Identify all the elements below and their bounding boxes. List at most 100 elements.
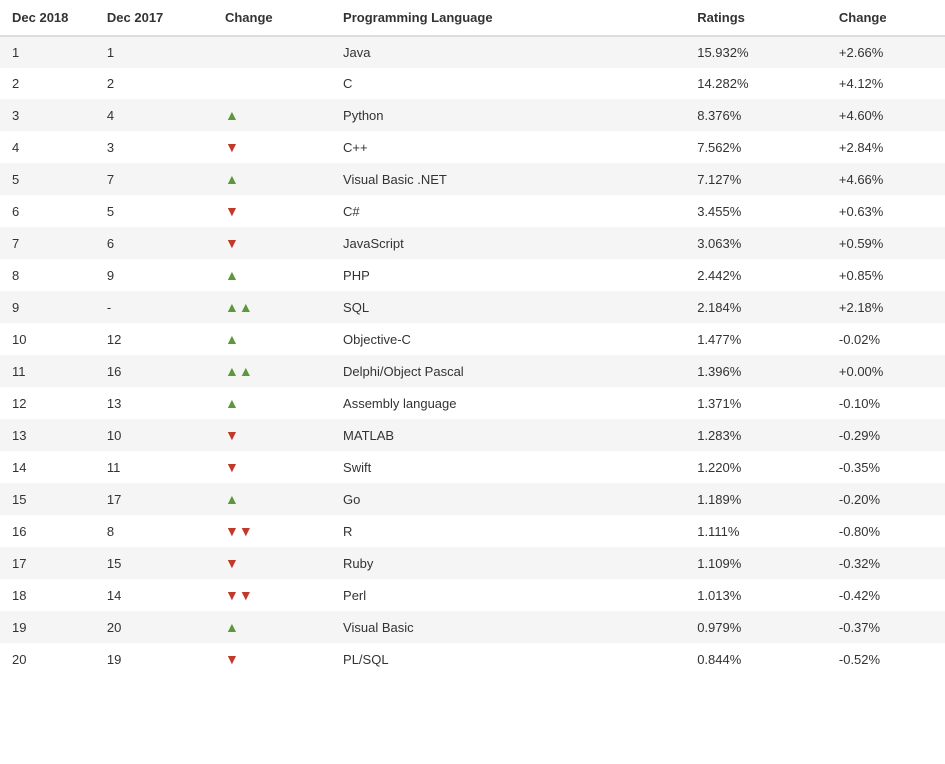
up-arrow-icon: ▲ [225, 107, 239, 123]
cell-language: Python [331, 99, 685, 131]
cell-dec2017: 2 [95, 68, 213, 99]
cell-arrow: ▲ [213, 387, 331, 419]
cell-dec2018: 15 [0, 483, 95, 515]
cell-dec2018: 19 [0, 611, 95, 643]
down-arrow-icon: ▼ [225, 427, 239, 443]
cell-dec2018: 7 [0, 227, 95, 259]
cell-dec2018: 3 [0, 99, 95, 131]
up-arrow-icon: ▲ [225, 171, 239, 187]
cell-dec2018: 14 [0, 451, 95, 483]
double-up-arrow-icon: ▲▲ [225, 299, 253, 315]
cell-ratings: 1.371% [685, 387, 827, 419]
cell-change: +4.60% [827, 99, 945, 131]
cell-language: Assembly language [331, 387, 685, 419]
table-row: 168▼▼R1.111%-0.80% [0, 515, 945, 547]
cell-arrow: ▼ [213, 451, 331, 483]
table-row: 1814▼▼Perl1.013%-0.42% [0, 579, 945, 611]
cell-change: +0.85% [827, 259, 945, 291]
cell-ratings: 1.283% [685, 419, 827, 451]
cell-language: C [331, 68, 685, 99]
double-up-arrow-icon: ▲▲ [225, 363, 253, 379]
cell-change: +0.63% [827, 195, 945, 227]
cell-dec2017: 1 [95, 36, 213, 68]
cell-arrow: ▲ [213, 611, 331, 643]
cell-dec2018: 13 [0, 419, 95, 451]
cell-dec2017: - [95, 291, 213, 323]
cell-language: JavaScript [331, 227, 685, 259]
table-row: 11Java15.932%+2.66% [0, 36, 945, 68]
cell-dec2017: 9 [95, 259, 213, 291]
table-row: 1012▲Objective-C1.477%-0.02% [0, 323, 945, 355]
cell-arrow [213, 68, 331, 99]
table-row: 9-▲▲SQL2.184%+2.18% [0, 291, 945, 323]
cell-change: +4.66% [827, 163, 945, 195]
cell-dec2017: 19 [95, 643, 213, 675]
cell-ratings: 14.282% [685, 68, 827, 99]
cell-dec2017: 16 [95, 355, 213, 387]
cell-dec2018: 12 [0, 387, 95, 419]
table-row: 76▼JavaScript3.063%+0.59% [0, 227, 945, 259]
table-row: 1116▲▲Delphi/Object Pascal1.396%+0.00% [0, 355, 945, 387]
table-row: 1517▲Go1.189%-0.20% [0, 483, 945, 515]
cell-arrow: ▲ [213, 163, 331, 195]
table-row: 1213▲Assembly language1.371%-0.10% [0, 387, 945, 419]
cell-change: +4.12% [827, 68, 945, 99]
cell-change: -0.80% [827, 515, 945, 547]
down-arrow-icon: ▼ [225, 555, 239, 571]
cell-arrow: ▼ [213, 419, 331, 451]
table-row: 65▼C#3.455%+0.63% [0, 195, 945, 227]
cell-language: PL/SQL [331, 643, 685, 675]
cell-language: Perl [331, 579, 685, 611]
cell-language: PHP [331, 259, 685, 291]
table-row: 1310▼MATLAB1.283%-0.29% [0, 419, 945, 451]
table-row: 34▲Python8.376%+4.60% [0, 99, 945, 131]
cell-arrow: ▼ [213, 547, 331, 579]
table-header-row: Dec 2018 Dec 2017 Change Programming Lan… [0, 0, 945, 36]
double-down-arrow-icon: ▼▼ [225, 587, 253, 603]
cell-dec2018: 1 [0, 36, 95, 68]
cell-change: -0.35% [827, 451, 945, 483]
cell-language: Java [331, 36, 685, 68]
header-ratings: Ratings [685, 0, 827, 36]
cell-dec2017: 15 [95, 547, 213, 579]
cell-arrow: ▲ [213, 259, 331, 291]
down-arrow-icon: ▼ [225, 139, 239, 155]
cell-change: -0.32% [827, 547, 945, 579]
cell-ratings: 1.109% [685, 547, 827, 579]
cell-ratings: 15.932% [685, 36, 827, 68]
cell-language: Objective-C [331, 323, 685, 355]
cell-arrow: ▼ [213, 643, 331, 675]
cell-arrow: ▼▼ [213, 515, 331, 547]
cell-dec2017: 8 [95, 515, 213, 547]
cell-change: -0.10% [827, 387, 945, 419]
up-arrow-icon: ▲ [225, 491, 239, 507]
cell-ratings: 7.127% [685, 163, 827, 195]
cell-dec2018: 20 [0, 643, 95, 675]
cell-ratings: 0.844% [685, 643, 827, 675]
cell-dec2018: 10 [0, 323, 95, 355]
cell-ratings: 1.396% [685, 355, 827, 387]
cell-dec2017: 5 [95, 195, 213, 227]
cell-arrow: ▲▲ [213, 355, 331, 387]
table-row: 1920▲Visual Basic0.979%-0.37% [0, 611, 945, 643]
cell-ratings: 1.013% [685, 579, 827, 611]
cell-dec2018: 17 [0, 547, 95, 579]
cell-dec2018: 9 [0, 291, 95, 323]
cell-dec2017: 6 [95, 227, 213, 259]
cell-arrow: ▲ [213, 483, 331, 515]
down-arrow-icon: ▼ [225, 459, 239, 475]
cell-ratings: 2.442% [685, 259, 827, 291]
cell-dec2018: 8 [0, 259, 95, 291]
cell-arrow: ▼▼ [213, 579, 331, 611]
cell-change: +0.00% [827, 355, 945, 387]
up-arrow-icon: ▲ [225, 619, 239, 635]
cell-arrow: ▼ [213, 227, 331, 259]
cell-language: Delphi/Object Pascal [331, 355, 685, 387]
cell-language: Go [331, 483, 685, 515]
cell-ratings: 1.220% [685, 451, 827, 483]
table-row: 1411▼Swift1.220%-0.35% [0, 451, 945, 483]
up-arrow-icon: ▲ [225, 267, 239, 283]
cell-arrow: ▲ [213, 99, 331, 131]
cell-dec2018: 16 [0, 515, 95, 547]
cell-dec2018: 4 [0, 131, 95, 163]
